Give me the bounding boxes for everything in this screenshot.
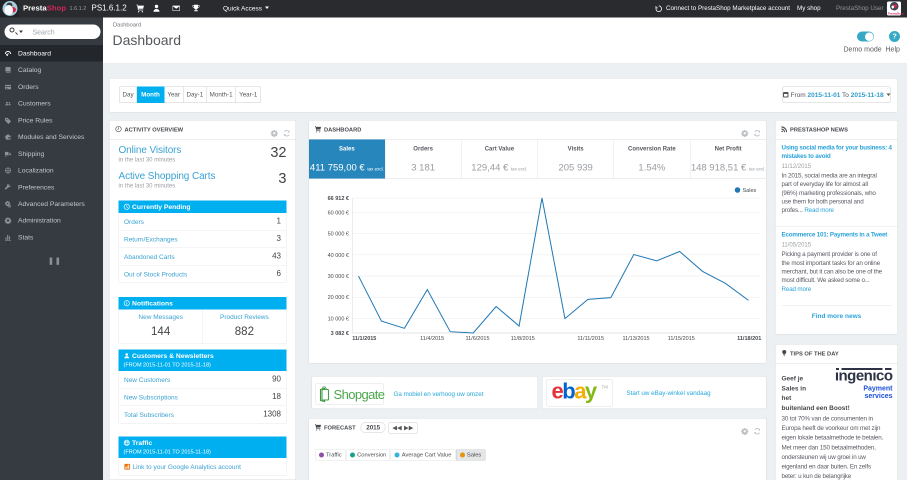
svg-text:30 000 €: 30 000 €	[328, 274, 349, 280]
svg-text:3 082 €: 3 082 €	[331, 331, 349, 337]
svg-text:11/11/2015: 11/11/2015	[577, 336, 604, 342]
svg-text:11/6/2015: 11/6/2015	[465, 336, 489, 342]
svg-text:11/13/2015: 11/13/2015	[622, 336, 649, 342]
svg-text:66 912 €: 66 912 €	[328, 196, 349, 202]
svg-text:50 000 €: 50 000 €	[328, 232, 349, 238]
svg-text:10 000 €: 10 000 €	[328, 317, 349, 323]
svg-text:20 000 €: 20 000 €	[328, 295, 349, 301]
svg-text:11/1/2015: 11/1/2015	[352, 336, 376, 342]
svg-text:11/18/201: 11/18/201	[737, 336, 761, 342]
svg-text:11/4/2015: 11/4/2015	[420, 336, 444, 342]
svg-text:11/8/2015: 11/8/2015	[511, 336, 535, 342]
svg-text:11/15/2015: 11/15/2015	[668, 336, 695, 342]
svg-text:Sales: Sales	[743, 188, 757, 194]
svg-text:60 000 €: 60 000 €	[328, 211, 349, 217]
svg-text:40 000 €: 40 000 €	[328, 253, 349, 259]
